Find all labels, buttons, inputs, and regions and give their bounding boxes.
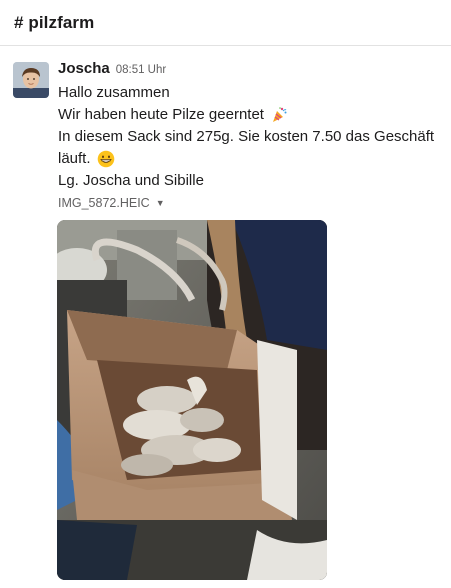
message-line-text: Hallo zusammen [58, 84, 170, 101]
message-line: In diesem Sack sind 275g. Sie kosten 7.5… [58, 126, 443, 148]
attachment-filename[interactable]: IMG_5872.HEIC ▼ [58, 196, 165, 210]
message-line-text: In diesem Sack sind 275g. Sie kosten 7.5… [58, 128, 435, 145]
message-line: Wir haben heute Pilze geerntet [58, 104, 443, 126]
message-line: Hallo zusammen [58, 82, 443, 104]
channel-header: # pilzfarm [0, 0, 451, 46]
party-popper-icon [270, 106, 288, 124]
message-header: Joscha 08:51 Uhr [58, 60, 166, 77]
message-line: Lg. Joscha und Sibille [58, 170, 443, 192]
message-line-text: Lg. Joscha und Sibille [58, 172, 204, 189]
attachment-image[interactable] [57, 220, 327, 580]
message-line: läuft. [58, 148, 443, 170]
caret-down-icon[interactable]: ▼ [156, 198, 165, 208]
sender-name[interactable]: Joscha [58, 60, 110, 77]
message-timestamp[interactable]: 08:51 Uhr [116, 64, 167, 76]
avatar[interactable] [13, 62, 49, 98]
avatar-image [13, 62, 49, 98]
channel-title[interactable]: # pilzfarm [14, 13, 94, 33]
message-text: Hallo zusammen Wir haben heute Pilze gee… [58, 82, 443, 192]
attachment-filename-text: IMG_5872.HEIC [58, 196, 150, 210]
mushroom-bag-photo [57, 220, 327, 580]
message-line-text: läuft. [58, 150, 91, 167]
message-line-text: Wir haben heute Pilze geerntet [58, 106, 264, 123]
grinning-face-icon [97, 150, 115, 168]
